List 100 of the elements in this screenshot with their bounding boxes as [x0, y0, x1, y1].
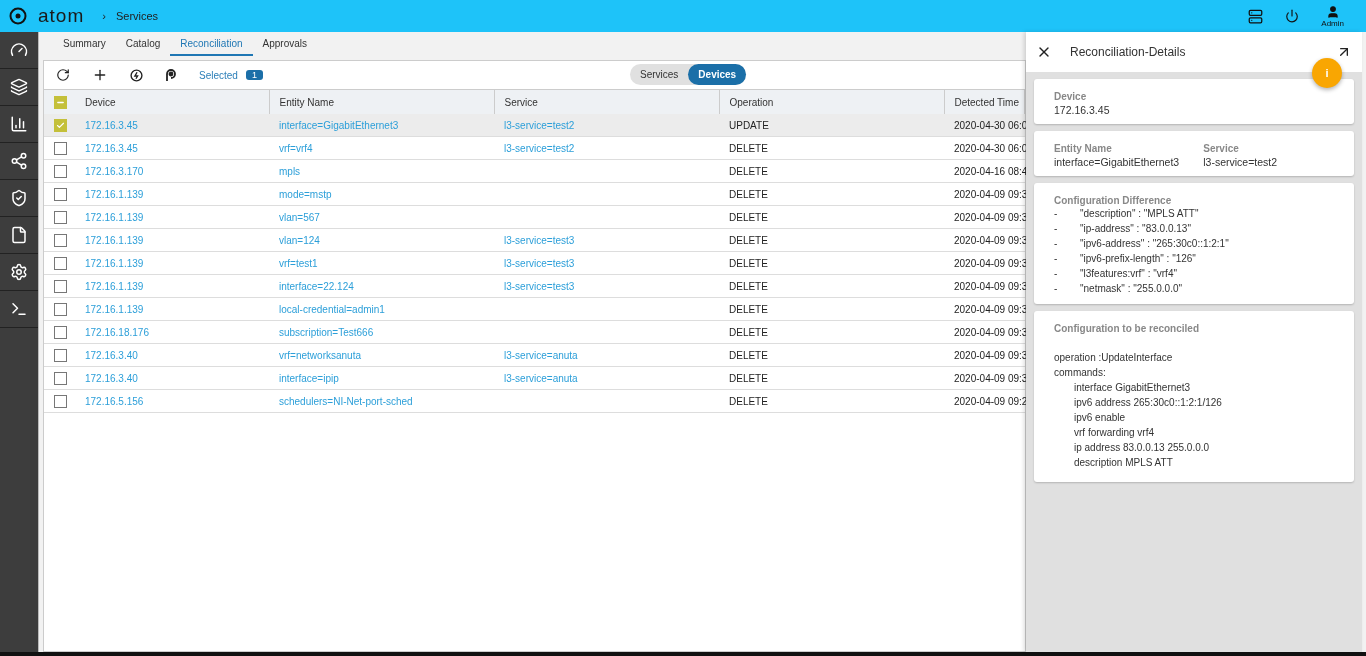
layers-icon[interactable]: [10, 78, 28, 96]
add-icon[interactable]: [92, 67, 108, 83]
column-header[interactable]: Detected Time: [944, 90, 1025, 114]
field-label: Entity Name: [1054, 143, 1113, 154]
pin-icon[interactable]: [165, 68, 177, 82]
gauge-icon[interactable]: [10, 41, 28, 59]
bar-chart-icon[interactable]: [10, 115, 28, 133]
entity-link[interactable]: vrf=vrf4: [279, 142, 313, 154]
entity-link[interactable]: vrf=networksanuta: [279, 349, 361, 361]
operation-cell: DELETE: [729, 326, 768, 338]
time-cell: 2020-04-16 08:4: [954, 165, 1028, 177]
column-header[interactable]: Device: [75, 90, 269, 114]
device-link[interactable]: 172.16.3.45: [85, 119, 138, 131]
row-checkbox[interactable]: [54, 164, 67, 178]
field-label: Device: [1054, 91, 1088, 102]
device-link[interactable]: 172.16.3.40: [85, 372, 138, 384]
row-checkbox[interactable]: [54, 141, 67, 155]
field-label: Service: [1203, 143, 1240, 154]
row-checkbox[interactable]: [54, 187, 67, 201]
check-icon: [56, 120, 65, 130]
tab[interactable]: Summary: [53, 32, 116, 56]
row-checkbox[interactable]: [54, 371, 67, 385]
operation-cell: DELETE: [729, 372, 768, 384]
row-checkbox[interactable]: [54, 279, 67, 293]
select-all-checkbox[interactable]: [54, 95, 67, 109]
entity-link[interactable]: interface=GigabitEthernet3: [279, 119, 399, 131]
operation-cell: UPDATE: [729, 119, 769, 131]
row-checkbox[interactable]: [54, 210, 67, 224]
tab[interactable]: Approvals: [252, 32, 317, 56]
shield-check-icon[interactable]: [10, 189, 28, 207]
nodes-icon[interactable]: [10, 152, 28, 170]
operation-cell: DELETE: [729, 395, 768, 407]
diff-line: "netmask" : "255.0.0.0": [1080, 282, 1183, 296]
column-header[interactable]: Operation: [719, 90, 944, 114]
diff-line: "ipv6-prefix-length" : "126": [1080, 252, 1196, 266]
device-link[interactable]: 172.16.3.45: [85, 142, 138, 154]
entity-link[interactable]: local-credential=admin1: [279, 303, 385, 315]
entity-link[interactable]: interface=22.124: [279, 280, 354, 292]
row-checkbox[interactable]: [54, 325, 67, 339]
service-link[interactable]: l3-service=anuta: [504, 349, 578, 361]
device-link[interactable]: 172.16.3.40: [85, 349, 138, 361]
device-link[interactable]: 172.16.1.139: [85, 211, 144, 223]
column-header[interactable]: Entity Name: [269, 90, 494, 114]
entity-link[interactable]: vrf=test1: [279, 257, 318, 269]
toggle-option[interactable]: Services: [630, 64, 689, 85]
entity-link[interactable]: interface=ipip: [279, 372, 339, 384]
device-link[interactable]: 172.16.3.170: [85, 165, 144, 177]
column-header[interactable]: Service: [494, 90, 719, 114]
operation-cell: DELETE: [729, 280, 768, 292]
row-checkbox[interactable]: [54, 394, 67, 408]
diff-line: "ip-address" : "83.0.0.13": [1080, 222, 1191, 236]
service-link[interactable]: l3-service=test3: [504, 234, 575, 246]
file-icon[interactable]: [10, 226, 28, 244]
device-link[interactable]: 172.16.1.139: [85, 280, 144, 292]
breadcrumb[interactable]: Services: [115, 10, 159, 22]
service-link[interactable]: l3-service=anuta: [504, 372, 578, 384]
settings-icon[interactable]: [10, 263, 28, 281]
user-icon[interactable]: [1325, 4, 1340, 19]
entity-link[interactable]: vlan=124: [279, 234, 320, 246]
device-link[interactable]: 172.16.18.176: [85, 326, 149, 338]
service-link[interactable]: l3-service=test2: [504, 119, 575, 131]
commands-label: commands:: [1054, 366, 1107, 380]
row-checkbox[interactable]: [54, 118, 67, 132]
toggle-option[interactable]: Devices: [688, 64, 747, 85]
row-checkbox[interactable]: [54, 233, 67, 247]
command-line: ipv6 enable: [1073, 411, 1127, 425]
service-link[interactable]: l3-service=test3: [504, 257, 575, 269]
operation-cell: DELETE: [729, 257, 768, 269]
entity-link[interactable]: vlan=567: [279, 211, 320, 223]
lightning-circle-icon[interactable]: [130, 68, 143, 82]
tab[interactable]: Reconciliation: [170, 32, 253, 56]
logo-icon: [8, 6, 28, 26]
entity-link[interactable]: mpls: [279, 165, 301, 177]
command-line: ipv6 address 265:30c0::1:2:1/126: [1073, 396, 1223, 410]
server-icon[interactable]: [1248, 8, 1264, 24]
diff-marker: -: [1054, 222, 1059, 236]
service-link[interactable]: l3-service=test2: [504, 142, 575, 154]
diff-marker: -: [1054, 282, 1059, 296]
refresh-icon[interactable]: [56, 68, 70, 82]
device-link[interactable]: 172.16.5.156: [85, 395, 144, 407]
command-line: interface GigabitEthernet3: [1073, 381, 1192, 395]
entity-link[interactable]: mode=mstp: [279, 188, 332, 200]
diff-marker: -: [1054, 267, 1059, 281]
device-link[interactable]: 172.16.1.139: [85, 303, 144, 315]
app-logo: atom: [38, 5, 85, 27]
device-link[interactable]: 172.16.1.139: [85, 234, 144, 246]
device-link[interactable]: 172.16.1.139: [85, 188, 144, 200]
info-button[interactable]: i: [1312, 58, 1342, 88]
power-icon[interactable]: [1285, 9, 1300, 23]
service-link[interactable]: l3-service=test3: [504, 280, 575, 292]
row-checkbox[interactable]: [54, 256, 67, 270]
terminal-icon[interactable]: [10, 300, 28, 318]
entity-link[interactable]: subscription=Test666: [279, 326, 374, 338]
tab[interactable]: Catalog: [115, 32, 171, 56]
user-name[interactable]: Admin: [1321, 18, 1344, 28]
entity-link[interactable]: schedulers=NI-Net-port-sched: [279, 395, 413, 407]
device-link[interactable]: 172.16.1.139: [85, 257, 144, 269]
row-checkbox[interactable]: [54, 348, 67, 362]
operation-cell: DELETE: [729, 165, 768, 177]
row-checkbox[interactable]: [54, 302, 67, 316]
